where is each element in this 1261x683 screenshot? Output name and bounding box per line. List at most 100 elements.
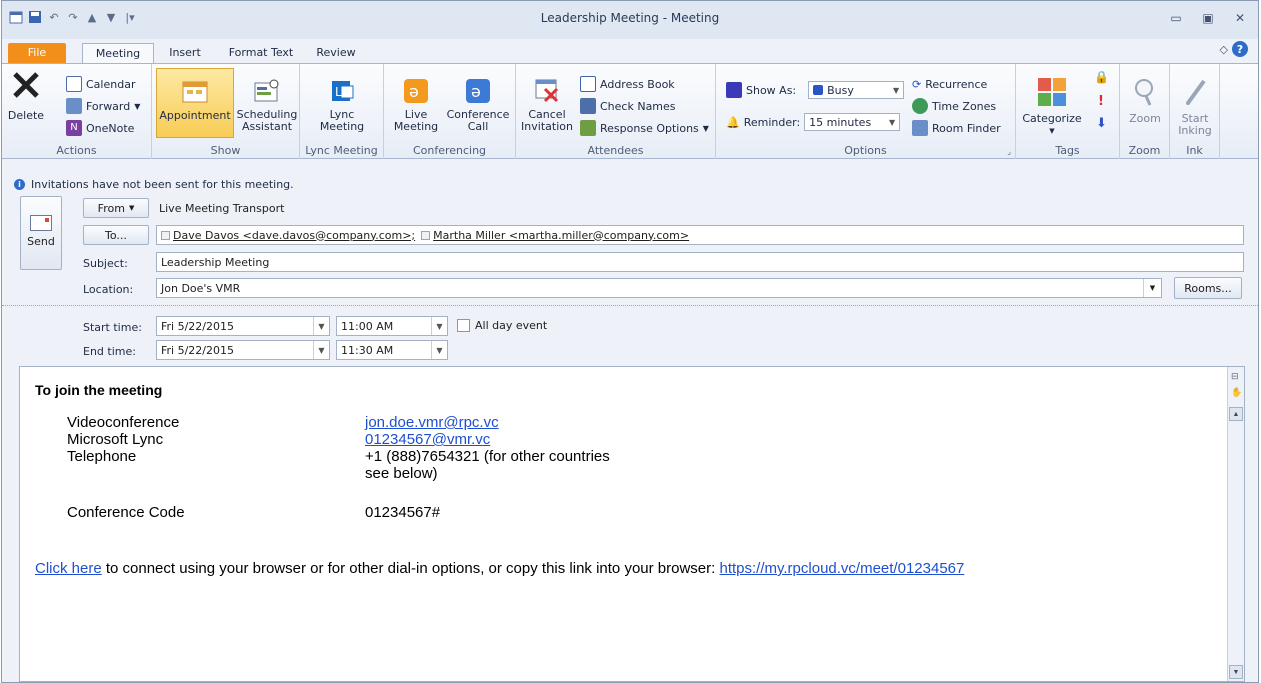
body-heading: To join the meeting (35, 382, 163, 398)
group-zoom: Zoom Zoom (1120, 64, 1170, 159)
conference-call-icon: ə (444, 76, 512, 106)
send-envelope-icon (30, 215, 52, 231)
high-importance-icon[interactable]: ! (1098, 94, 1104, 109)
maximize-icon[interactable]: ▣ (1196, 9, 1220, 27)
send-label: Send (27, 235, 55, 248)
connect-instructions: Click here to connect using your browser… (35, 560, 964, 577)
live-meeting-icon: ə (390, 76, 442, 106)
end-time-select[interactable]: 11:30 AM ▼ (336, 340, 448, 360)
minimize-ribbon-icon[interactable]: ◇ (1220, 43, 1228, 56)
start-inking-button[interactable]: Start Inking (1174, 68, 1216, 137)
lync-icon: L (310, 76, 374, 106)
start-time-label: Start time: (83, 321, 142, 334)
tab-review[interactable]: Review (310, 43, 362, 63)
chevron-down-icon: ▼ (134, 101, 141, 111)
appointment-label: Appointment (159, 109, 231, 122)
from-button[interactable]: From ▼ (83, 198, 149, 218)
chevron-down-icon: ▼ (431, 341, 447, 359)
start-time-select[interactable]: 11:00 AM ▼ (336, 316, 448, 336)
address-book-button[interactable]: Address Book (580, 74, 675, 94)
dialog-launcher-icon[interactable]: ⌟ (1007, 147, 1011, 156)
live-meeting-button[interactable]: ə Live Meeting (390, 68, 442, 133)
send-button[interactable]: Send (20, 196, 62, 270)
reminder-select[interactable]: 15 minutes ▼ (804, 113, 901, 131)
ruler-icon[interactable]: ⊟ (1231, 371, 1241, 381)
info-bar: i Invitations have not been sent for thi… (14, 178, 294, 191)
cancel-invitation-button[interactable]: Cancel Invitation (520, 68, 574, 133)
lync-meeting-button[interactable]: L Lync Meeting (310, 68, 374, 133)
recipient-martha-miller[interactable]: Martha Miller <martha.miller@company.com… (421, 229, 689, 242)
all-day-event-checkbox[interactable]: All day event (457, 319, 547, 332)
to-field[interactable]: Dave Davos <dave.davos@company.com>; Mar… (156, 225, 1244, 245)
calendar-button[interactable]: Calendar (66, 74, 135, 94)
conference-code-value: 01234567# (365, 504, 441, 521)
categorize-icon (1020, 74, 1084, 110)
videoconference-link[interactable]: jon.doe.vmr@rpc.vc (365, 414, 499, 431)
busy-color-icon (813, 85, 824, 95)
onenote-label: OneNote (86, 121, 135, 135)
globe-icon (912, 98, 928, 114)
location-input[interactable]: Jon Doe's VMR ▼ (156, 278, 1162, 298)
recipient-dave-davos[interactable]: Dave Davos <dave.davos@company.com>; (161, 229, 415, 242)
close-icon[interactable]: ✕ (1228, 9, 1252, 27)
chevron-down-icon: ▼ (313, 341, 329, 359)
conference-call-button[interactable]: ə Conference Call (444, 68, 512, 133)
recurrence-button[interactable]: ⟳ Recurrence (912, 74, 987, 94)
calendar-icon (66, 76, 82, 92)
forward-button[interactable]: Forward ▼ (66, 96, 140, 116)
tab-insert[interactable]: Insert (160, 43, 210, 63)
room-finder-button[interactable]: Room Finder (912, 118, 1001, 138)
vertical-scrollbar[interactable]: ⊟ ✋ ▲ ▼ (1227, 367, 1244, 681)
recipient-checkbox-icon (161, 230, 170, 240)
click-here-link[interactable]: Click here (35, 560, 102, 577)
hand-icon[interactable]: ✋ (1231, 387, 1242, 397)
end-date-select[interactable]: Fri 5/22/2015 ▼ (156, 340, 330, 360)
scroll-up-button[interactable]: ▲ (1229, 407, 1243, 421)
videoconference-label: Videoconference (67, 414, 180, 431)
minimize-icon[interactable]: ▭ (1164, 9, 1188, 27)
recurrence-icon: ⟳ (912, 77, 922, 91)
subject-input[interactable]: Leadership Meeting (156, 252, 1244, 272)
onenote-icon: N (66, 120, 82, 136)
svg-text:L: L (335, 85, 342, 99)
help-icon[interactable]: ? (1232, 41, 1248, 57)
tab-meeting[interactable]: Meeting (82, 43, 154, 63)
scroll-down-button[interactable]: ▼ (1229, 665, 1243, 679)
lync-label-2: Meeting (319, 120, 365, 133)
conference-label-2: Call (467, 120, 489, 133)
scheduling-icon (236, 76, 298, 106)
meeting-url-link[interactable]: https://my.rpcloud.vc/meet/01234567 (719, 560, 964, 577)
conference-code-label: Conference Code (67, 504, 185, 521)
rooms-button[interactable]: Rooms... (1174, 277, 1242, 299)
zoom-button[interactable]: Zoom (1124, 68, 1166, 125)
response-options-button[interactable]: Response Options ▼ (580, 118, 709, 138)
reminder-value: 15 minutes (809, 115, 872, 129)
show-as-select[interactable]: Busy ▼ (808, 81, 905, 99)
tab-format-text[interactable]: Format Text (218, 43, 304, 63)
onenote-button[interactable]: N OneNote (66, 118, 134, 138)
check-names-button[interactable]: Check Names (580, 96, 676, 116)
show-as-row: Show As: Busy ▼ (726, 80, 905, 100)
meeting-form: i Invitations have not been sent for thi… (2, 160, 1258, 366)
to-button[interactable]: To... (83, 225, 149, 245)
time-zones-button[interactable]: Time Zones (912, 96, 996, 116)
window-controls: ▭ ▣ ✕ (1164, 9, 1252, 27)
delete-button[interactable]: Delete (6, 68, 46, 122)
lync-link[interactable]: 01234567@vmr.vc (365, 431, 490, 448)
recipient-text: Martha Miller <martha.miller@company.com… (433, 228, 690, 242)
group-label-show: Show (210, 144, 241, 157)
chevron-down-icon[interactable]: ▼ (1143, 279, 1161, 297)
categorize-button[interactable]: Categorize ▼ (1020, 68, 1084, 137)
location-value: Jon Doe's VMR (161, 281, 241, 295)
meeting-body-editor[interactable]: To join the meeting Videoconference jon.… (19, 366, 1245, 682)
start-date-select[interactable]: Fri 5/22/2015 ▼ (156, 316, 330, 336)
title-bar: ↶ ↷ ▲ ▼ |▾ Leadership Meeting - Meeting … (2, 1, 1258, 39)
tab-file[interactable]: File (8, 43, 66, 63)
group-options: Show As: Busy ▼ 🔔 Reminder: 15 minutes ▼… (716, 64, 1016, 159)
scheduling-assistant-button[interactable]: Scheduling Assistant (236, 68, 298, 133)
room-finder-label: Room Finder (932, 121, 1001, 135)
private-lock-icon[interactable]: 🔒 (1094, 70, 1109, 84)
appointment-button[interactable]: Appointment (156, 68, 234, 138)
low-importance-icon[interactable]: ⬇ (1096, 116, 1107, 131)
zoom-label: Zoom (1129, 112, 1161, 125)
